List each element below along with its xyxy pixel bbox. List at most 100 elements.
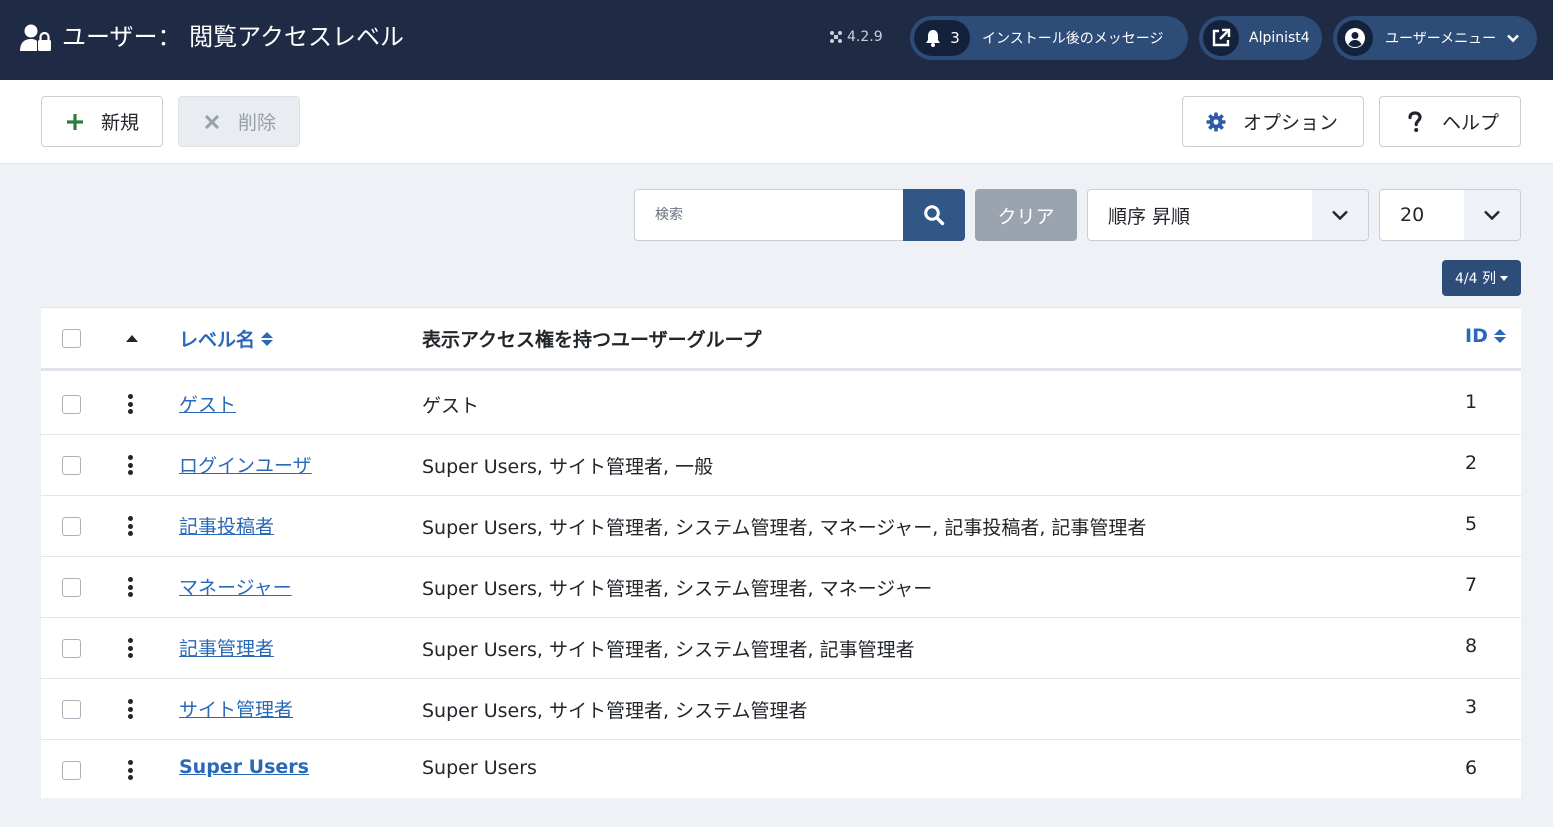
plus-icon <box>64 111 86 133</box>
user-circle-icon <box>1345 28 1365 48</box>
messages-label: インストール後のメッセージ <box>982 31 1164 47</box>
user-menu-button[interactable]: ユーザーメニュー <box>1333 16 1537 60</box>
level-groups: Super Users, サイト管理者, 一般 <box>422 456 714 478</box>
drag-handle-icon[interactable] <box>127 760 133 780</box>
view-site-button[interactable]: Alpinist4 <box>1199 16 1322 60</box>
gear-icon <box>1205 111 1227 133</box>
drag-handle-icon[interactable] <box>127 516 133 536</box>
notification-badge: 3 <box>914 20 970 56</box>
level-id: 3 <box>1465 696 1478 718</box>
user-menu-label: ユーザーメニュー <box>1385 31 1497 47</box>
order-select-arrow <box>1312 190 1368 240</box>
site-name: Alpinist4 <box>1249 30 1310 46</box>
row-checkbox[interactable] <box>62 639 81 658</box>
table-row: ゲスト ゲスト 1 <box>41 374 1521 435</box>
close-icon <box>201 111 223 133</box>
level-groups: ゲスト <box>422 395 480 417</box>
column-header-groups: 表示アクセス権を持つユーザーグループ <box>422 329 762 351</box>
table-row: Super Users Super Users 6 <box>41 740 1521 801</box>
drag-handle-icon[interactable] <box>127 455 133 475</box>
new-button-label: 新規 <box>101 112 140 134</box>
table-header: レベル名 表示アクセス権を持つユーザーグループ ID <box>41 308 1521 371</box>
chevron-down-icon <box>1507 34 1520 43</box>
level-name-link[interactable]: ログインユーザ <box>179 451 312 478</box>
search-input[interactable] <box>634 189 904 241</box>
toolbar: 新規 削除 オプション ヘルプ <box>0 80 1553 164</box>
search-icon <box>924 205 945 226</box>
row-checkbox[interactable] <box>62 578 81 597</box>
drag-handle-icon[interactable] <box>127 699 133 719</box>
column-header-name-label: レベル名 <box>179 329 256 351</box>
level-groups: Super Users, サイト管理者, システム管理者, マネージャー, 記事… <box>422 517 1147 539</box>
table-row: ログインユーザ Super Users, サイト管理者, 一般 2 <box>41 435 1521 496</box>
delete-button[interactable]: 削除 <box>178 96 300 147</box>
row-checkbox[interactable] <box>62 517 81 536</box>
table-row: 記事管理者 Super Users, サイト管理者, システム管理者, 記事管理… <box>41 618 1521 679</box>
level-id: 8 <box>1465 635 1478 657</box>
options-button[interactable]: オプション <box>1182 96 1364 147</box>
access-levels-table: レベル名 表示アクセス権を持つユーザーグループ ID ゲスト ゲスト 1 ログイ… <box>41 307 1521 798</box>
chevron-down-icon <box>1484 210 1500 221</box>
bell-icon <box>926 30 941 47</box>
row-checkbox[interactable] <box>62 700 81 719</box>
list-limit-arrow <box>1464 190 1520 240</box>
level-name-link[interactable]: 記事投稿者 <box>179 512 274 539</box>
table-row: サイト管理者 Super Users, サイト管理者, システム管理者 3 <box>41 679 1521 740</box>
level-id: 2 <box>1465 452 1478 474</box>
post-install-messages-button[interactable]: 3 インストール後のメッセージ <box>910 16 1188 60</box>
level-name-link[interactable]: マネージャー <box>179 573 292 600</box>
sort-icon <box>1493 329 1506 343</box>
column-header-name[interactable]: レベル名 <box>179 325 274 352</box>
drag-handle-icon[interactable] <box>127 577 133 597</box>
level-name-link[interactable]: Super Users <box>179 756 309 778</box>
table-row: 記事投稿者 Super Users, サイト管理者, システム管理者, マネージ… <box>41 496 1521 557</box>
question-icon <box>1404 110 1426 133</box>
external-link-icon <box>1212 28 1231 47</box>
options-button-label: オプション <box>1243 112 1339 134</box>
row-checkbox[interactable] <box>62 395 81 414</box>
app-header: ユーザー： 閲覧アクセスレベル 4.2.9 3 インストール後のメッセージ Al… <box>0 0 1553 80</box>
list-limit-select[interactable]: 20 <box>1379 189 1521 241</box>
level-name-link[interactable]: 記事管理者 <box>179 634 274 661</box>
caret-down-icon <box>1499 275 1508 281</box>
column-header-id[interactable]: ID <box>1465 325 1506 347</box>
ordering-sort-icon[interactable] <box>126 335 138 342</box>
messages-count: 3 <box>950 29 960 47</box>
joomla-icon <box>830 31 842 43</box>
drag-handle-icon[interactable] <box>127 394 133 414</box>
row-checkbox[interactable] <box>62 761 81 780</box>
level-name-link[interactable]: サイト管理者 <box>179 695 293 722</box>
order-select-value: 順序 昇順 <box>1108 205 1191 228</box>
user-lock-icon <box>20 24 51 51</box>
page-title: ユーザー： 閲覧アクセスレベル <box>62 23 404 51</box>
level-name-link[interactable]: ゲスト <box>179 390 236 417</box>
level-groups: Super Users, サイト管理者, システム管理者, マネージャー <box>422 578 933 600</box>
delete-button-label: 削除 <box>238 112 277 134</box>
list-limit-value: 20 <box>1400 204 1425 226</box>
select-all-checkbox[interactable] <box>62 329 81 348</box>
level-id: 5 <box>1465 513 1478 535</box>
level-groups: Super Users, サイト管理者, システム管理者, 記事管理者 <box>422 639 915 661</box>
external-link-badge <box>1203 20 1239 56</box>
columns-toggle-label: 4/4 列 <box>1455 271 1496 287</box>
row-checkbox[interactable] <box>62 456 81 475</box>
clear-button[interactable]: クリア <box>975 189 1077 241</box>
help-button-label: ヘルプ <box>1442 112 1500 134</box>
drag-handle-icon[interactable] <box>127 638 133 658</box>
columns-toggle-button[interactable]: 4/4 列 <box>1442 260 1521 296</box>
search-button[interactable] <box>903 189 965 241</box>
level-groups: Super Users <box>422 757 537 779</box>
level-id: 1 <box>1465 391 1478 413</box>
level-id: 6 <box>1465 757 1478 779</box>
level-id: 7 <box>1465 574 1478 596</box>
version-text: 4.2.9 <box>847 29 883 45</box>
order-select[interactable]: 順序 昇順 <box>1087 189 1369 241</box>
sort-icon <box>261 331 274 346</box>
avatar <box>1337 20 1373 56</box>
level-groups: Super Users, サイト管理者, システム管理者 <box>422 700 808 722</box>
version-label: 4.2.9 <box>829 29 883 45</box>
column-header-id-label: ID <box>1465 325 1488 347</box>
table-row: マネージャー Super Users, サイト管理者, システム管理者, マネー… <box>41 557 1521 618</box>
new-button[interactable]: 新規 <box>41 96 163 147</box>
help-button[interactable]: ヘルプ <box>1379 96 1521 147</box>
